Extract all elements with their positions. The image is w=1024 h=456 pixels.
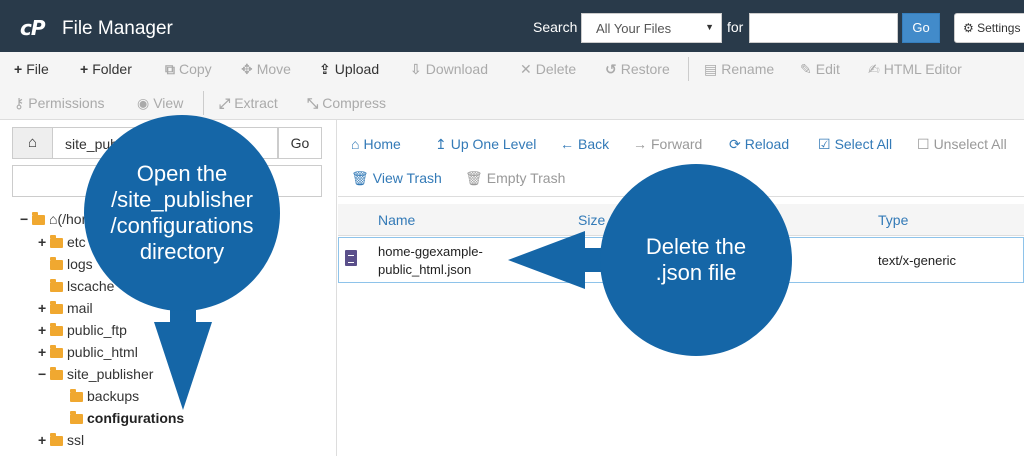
arrow-down-icon bbox=[154, 300, 212, 410]
arrow-left-icon bbox=[508, 231, 612, 289]
callout-left-text: Open the /site_publisher /configurations… bbox=[110, 161, 254, 264]
callout-delete-file: Delete the .json file bbox=[600, 164, 792, 356]
callout-right-text: Delete the .json file bbox=[645, 234, 747, 285]
callout-open-directory: Open the /site_publisher /configurations… bbox=[84, 115, 280, 311]
